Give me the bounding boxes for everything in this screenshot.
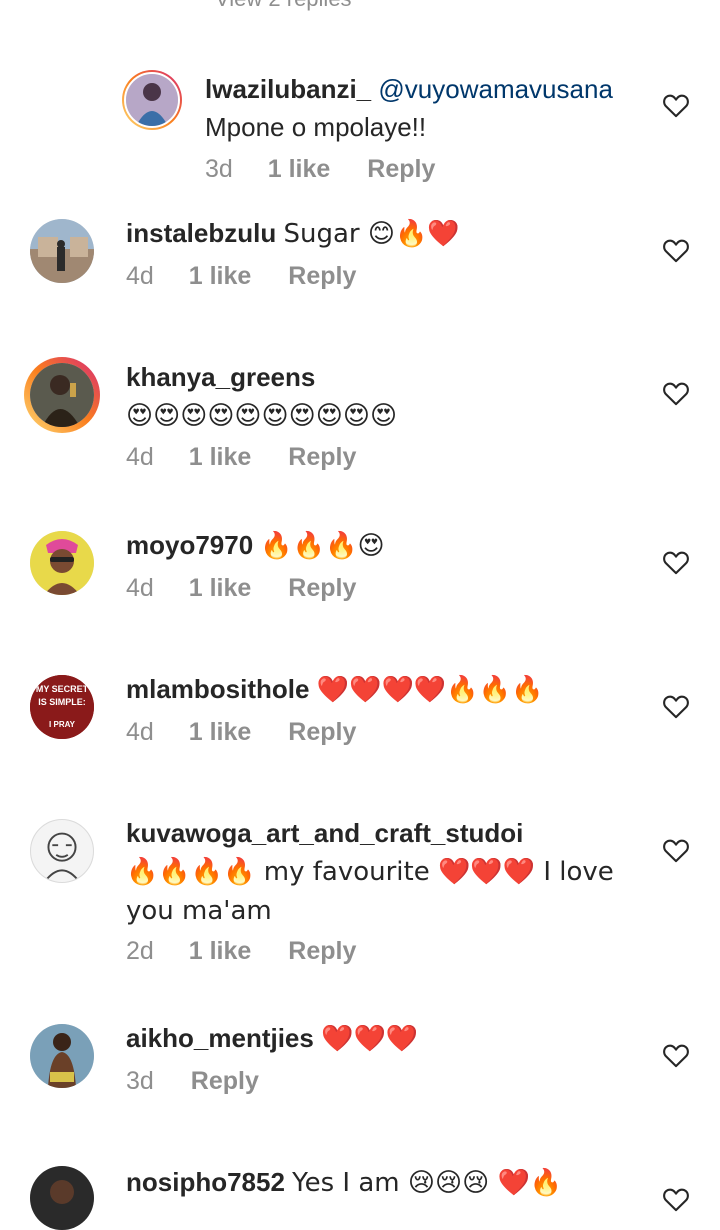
- comment-likes[interactable]: 1 like: [189, 443, 252, 471]
- like-heart-icon[interactable]: [662, 237, 690, 263]
- reply-button[interactable]: Reply: [288, 937, 356, 965]
- avatar[interactable]: [30, 531, 94, 595]
- like-heart-icon[interactable]: [662, 1042, 690, 1068]
- comment-likes[interactable]: 1 like: [189, 262, 252, 290]
- comment-body: moyo7970 🔥🔥🔥😍: [126, 526, 642, 565]
- avatar-image: MY SECRET IS SIMPLE: I PRAY: [30, 675, 94, 739]
- comment-body: instalebzulu Sugar 😊🔥❤️: [126, 214, 642, 253]
- like-heart-icon[interactable]: [662, 837, 690, 863]
- comment-meta: 4d 1 like Reply: [126, 262, 356, 291]
- comment-username[interactable]: instalebzulu: [126, 218, 276, 248]
- comment-body: khanya_greens 😍😍😍😍😍😍😍😍😍😍: [126, 358, 642, 435]
- comment-meta: 4d 1 like Reply: [126, 574, 356, 603]
- avatar-image: [30, 1024, 94, 1088]
- comment-age: 3d: [205, 155, 233, 183]
- comment-meta: 2d 1 like Reply: [126, 937, 356, 966]
- avatar[interactable]: [30, 219, 94, 283]
- avatar[interactable]: [30, 1024, 94, 1088]
- comment-meta: 3d 1 like Reply: [205, 155, 435, 184]
- comment-body: aikho_mentjies ❤️❤️❤️: [126, 1019, 642, 1058]
- reply-button[interactable]: Reply: [288, 262, 356, 290]
- comment-likes[interactable]: 1 like: [189, 937, 252, 965]
- comment-text: 😍😍😍😍😍😍😍😍😍😍: [126, 401, 398, 431]
- comment-meta: 3d Reply: [126, 1067, 259, 1096]
- like-heart-icon[interactable]: [662, 549, 690, 575]
- comment-username[interactable]: aikho_mentjies: [126, 1023, 314, 1053]
- comment-text: 🔥🔥🔥🔥 my favourite ❤️❤️❤️ I love you ma'a…: [126, 857, 614, 926]
- comment-age: 3d: [126, 1067, 154, 1095]
- comment-text: 🔥🔥🔥😍: [260, 531, 385, 561]
- comment-username[interactable]: lwazilubanzi_: [205, 74, 371, 104]
- comment-text: Mpone o mpolaye!!: [205, 112, 427, 142]
- like-heart-icon[interactable]: [662, 1186, 690, 1212]
- comment-username[interactable]: khanya_greens: [126, 362, 315, 392]
- comment-text: Sugar 😊🔥❤️: [283, 219, 460, 249]
- comment-text: ❤️❤️❤️: [321, 1024, 419, 1054]
- comment-age: 4d: [126, 262, 154, 290]
- comment-body: nosipho7852 Yes I am 😢😢😢 ❤️🔥: [126, 1163, 642, 1202]
- avatar-text-line-1: MY SECRET: [36, 684, 89, 694]
- comment-body: lwazilubanzi_ @vuyowamavusana Mpone o mp…: [205, 70, 642, 146]
- avatar-image: [30, 363, 94, 427]
- avatar[interactable]: [30, 819, 94, 883]
- comment-body: mlambosithole ❤️❤️❤️❤️🔥🔥🔥: [126, 670, 642, 709]
- comment-username[interactable]: kuvawoga_art_and_craft_studoi: [126, 818, 523, 848]
- view-replies-link[interactable]: View 2 replies: [215, 0, 415, 30]
- avatar-image: [126, 74, 178, 126]
- comment-meta: 4d 1 like Reply: [126, 718, 356, 747]
- reply-button[interactable]: Reply: [288, 718, 356, 746]
- like-heart-icon[interactable]: [662, 693, 690, 719]
- avatar[interactable]: [30, 363, 94, 427]
- comment-body: kuvawoga_art_and_craft_studoi 🔥🔥🔥🔥 my fa…: [126, 814, 642, 930]
- comment-meta: 4d 1 like Reply: [126, 443, 356, 472]
- avatar[interactable]: MY SECRET IS SIMPLE: I PRAY: [30, 675, 94, 739]
- comment-likes[interactable]: 1 like: [189, 574, 252, 602]
- like-heart-icon[interactable]: [662, 380, 690, 406]
- comment-text: ❤️❤️❤️❤️🔥🔥🔥: [316, 675, 544, 705]
- comment-username[interactable]: mlambosithole: [126, 674, 309, 704]
- avatar-image: [30, 531, 94, 595]
- comment-age: 4d: [126, 574, 154, 602]
- avatar-image: [31, 820, 93, 882]
- reply-button[interactable]: Reply: [288, 574, 356, 602]
- avatar[interactable]: [124, 72, 180, 128]
- comment-age: 4d: [126, 443, 154, 471]
- comment-text: Yes I am 😢😢😢 ❤️🔥: [292, 1168, 563, 1198]
- comment-username[interactable]: nosipho7852: [126, 1167, 285, 1197]
- comment-age: 2d: [126, 937, 154, 965]
- comment-username[interactable]: moyo7970: [126, 530, 253, 560]
- like-heart-icon[interactable]: [662, 92, 690, 118]
- avatar-image: [30, 219, 94, 283]
- comment-likes[interactable]: 1 like: [189, 718, 252, 746]
- reply-button[interactable]: Reply: [288, 443, 356, 471]
- avatar-text-line-2: IS SIMPLE:: [38, 697, 86, 707]
- reply-button[interactable]: Reply: [191, 1067, 259, 1095]
- comment-mention[interactable]: @vuyowamavusana: [378, 74, 613, 104]
- avatar-image: [30, 1166, 94, 1230]
- comment-age: 4d: [126, 718, 154, 746]
- avatar-text-line-3: I PRAY: [49, 720, 76, 729]
- comment-likes[interactable]: 1 like: [268, 155, 331, 183]
- reply-button[interactable]: Reply: [367, 155, 435, 183]
- avatar[interactable]: [30, 1166, 94, 1230]
